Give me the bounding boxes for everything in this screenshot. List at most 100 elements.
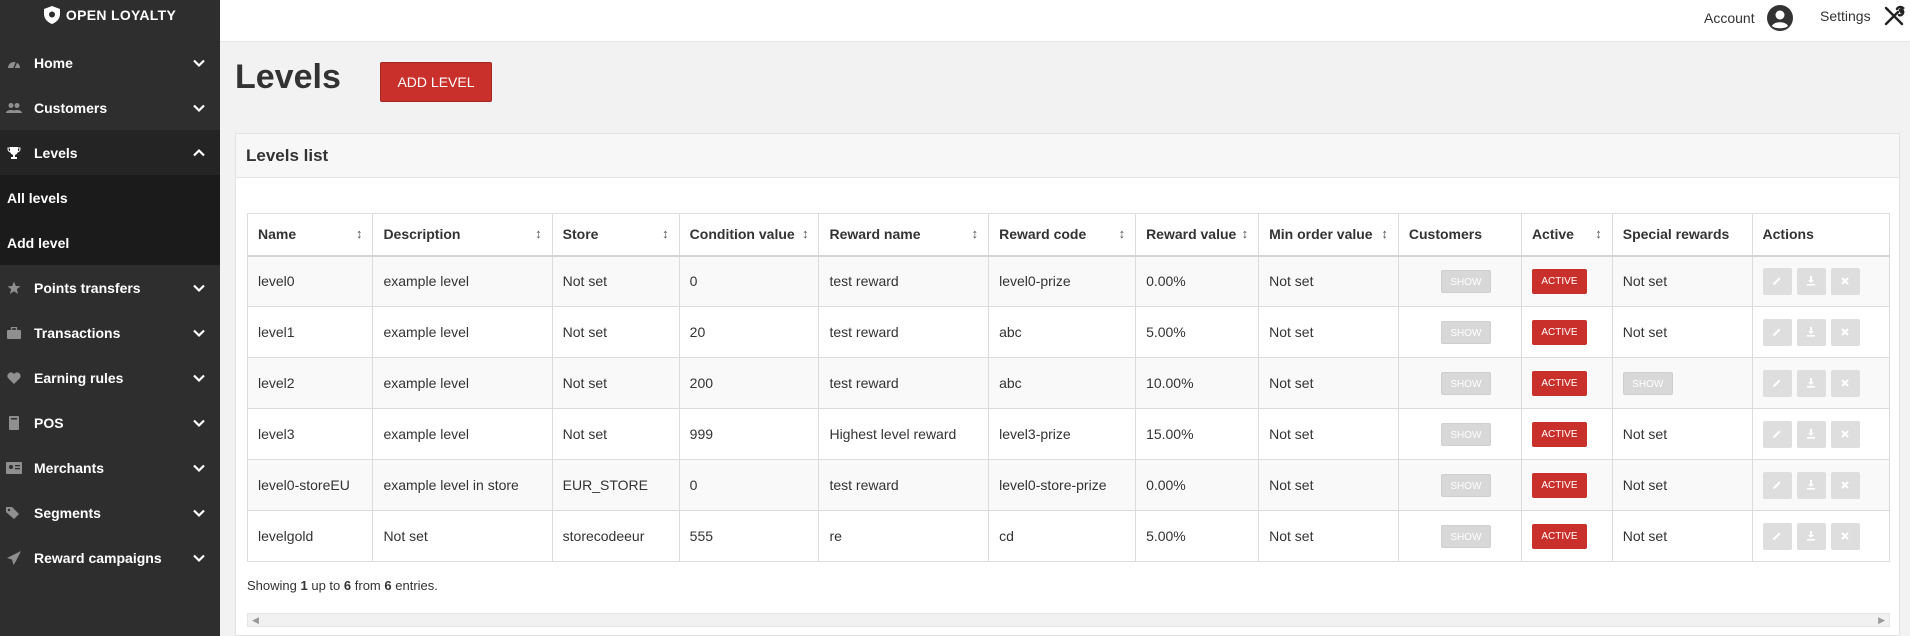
cell-min-order-value: Not set (1258, 357, 1399, 409)
edit-button[interactable] (1762, 420, 1792, 448)
cell-name: level1 (246, 306, 374, 358)
active-status-button[interactable]: ACTIVE (1531, 472, 1587, 498)
sidebar-item-merchants[interactable]: Merchants (0, 445, 220, 490)
download-button[interactable] (1796, 471, 1826, 499)
sidebar-item-home[interactable]: Home (0, 40, 220, 85)
edit-button[interactable] (1762, 318, 1792, 346)
column-header-condition-value[interactable]: Condition value ↕ (678, 213, 820, 257)
column-header-store[interactable]: Store ↕ (551, 213, 680, 257)
column-header-description[interactable]: Description ↕ (372, 213, 553, 257)
pencil-icon (1773, 328, 1781, 336)
column-header-reward-value[interactable]: Reward value ↕ (1135, 213, 1260, 257)
sidebar-item-pos[interactable]: POS (0, 400, 220, 445)
download-button[interactable] (1796, 420, 1826, 448)
sidebar-item-customers[interactable]: Customers (0, 85, 220, 130)
column-header-label: Reward code (999, 226, 1087, 243)
column-header-actions: Actions (1751, 213, 1891, 257)
sidebar-subitem-add-level[interactable]: Add level (0, 220, 220, 265)
sort-icon[interactable]: ↕ (1119, 226, 1126, 241)
active-status-button[interactable]: ACTIVE (1531, 523, 1587, 549)
sidebar-item-levels[interactable]: Levels (0, 130, 220, 175)
pencil-icon (1773, 430, 1781, 438)
column-header-active[interactable]: Active ↕ (1520, 213, 1613, 257)
sort-icon[interactable]: ↕ (1595, 226, 1602, 241)
show-customers-button[interactable]: SHOW (1440, 524, 1491, 548)
cell-special-rewards: SHOW (1611, 357, 1753, 409)
edit-button[interactable] (1762, 522, 1792, 550)
delete-button[interactable] (1830, 522, 1860, 550)
active-status-button[interactable]: ACTIVE (1531, 268, 1587, 294)
horizontal-scrollbar[interactable]: ◀ ▶ (247, 613, 1890, 627)
column-header-reward-code[interactable]: Reward code ↕ (988, 213, 1137, 257)
column-header-name[interactable]: Name ↕ (246, 213, 374, 257)
cell-special-rewards: Not set (1611, 408, 1753, 460)
cell-description: example level (372, 408, 553, 460)
column-header-label: Store (562, 226, 599, 243)
sort-icon[interactable]: ↕ (1381, 226, 1388, 241)
cell-min-order-value: Not set (1258, 306, 1399, 358)
sort-icon[interactable]: ↕ (535, 226, 542, 241)
active-status-button[interactable]: ACTIVE (1531, 421, 1587, 447)
sidebar: OPEN LOYALTY Home Customers Levels All leve… (0, 0, 220, 636)
edit-button[interactable] (1762, 267, 1792, 295)
sidebar-item-points-transfers[interactable]: Points transfers (0, 265, 220, 310)
sort-icon[interactable]: ↕ (1242, 226, 1249, 241)
download-icon (1807, 327, 1816, 337)
sidebar-item-label: Reward campaigns (34, 549, 162, 566)
cell-reward-value: 10.00% (1135, 357, 1260, 409)
sort-icon[interactable]: ↕ (662, 226, 669, 241)
download-button[interactable] (1796, 318, 1826, 346)
delete-button[interactable] (1830, 267, 1860, 295)
sidebar-item-earning-rules[interactable]: Earning rules (0, 355, 220, 400)
column-header-min-order-value[interactable]: Min order value ↕ (1258, 213, 1399, 257)
account-menu[interactable]: Account (1704, 5, 1793, 31)
brand-logo[interactable]: OPEN LOYALTY (0, 0, 220, 30)
add-level-button[interactable]: ADD LEVEL (380, 62, 492, 102)
cell-name: level2 (246, 357, 374, 409)
sort-icon[interactable]: ↕ (972, 226, 979, 241)
show-special-rewards-button[interactable]: SHOW (1622, 371, 1673, 395)
show-customers-button[interactable]: SHOW (1440, 473, 1491, 497)
pencil-icon (1773, 481, 1781, 489)
delete-button[interactable] (1830, 471, 1860, 499)
cell-description: example level in store (372, 459, 553, 511)
delete-button[interactable] (1830, 318, 1860, 346)
delete-button[interactable] (1830, 420, 1860, 448)
active-status-button[interactable]: ACTIVE (1531, 370, 1587, 396)
cell-min-order-value: Not set (1258, 459, 1399, 511)
show-customers-button[interactable]: SHOW (1440, 320, 1491, 344)
sidebar-item-reward-campaigns[interactable]: Reward campaigns (0, 535, 220, 580)
download-button[interactable] (1796, 369, 1826, 397)
book-icon (6, 415, 22, 430)
cell-reward-name: test reward (818, 357, 990, 409)
scroll-right-icon[interactable]: ▶ (1878, 615, 1885, 626)
sidebar-item-transactions[interactable]: Transactions (0, 310, 220, 355)
sort-icon[interactable]: ↕ (356, 226, 363, 241)
active-status-button[interactable]: ACTIVE (1531, 319, 1587, 345)
edit-button[interactable] (1762, 471, 1792, 499)
sort-icon[interactable]: ↕ (802, 226, 809, 241)
sidebar-subitem-all-levels[interactable]: All levels (0, 175, 220, 220)
brand-name: OPEN LOYALTY (65, 7, 177, 23)
levels-list-panel: Levels list Name ↕ Description ↕ Store ↕ Condi… (235, 133, 1900, 636)
column-header-reward-name[interactable]: Reward name ↕ (818, 213, 990, 257)
close-icon (1841, 379, 1849, 387)
sidebar-nav: Home Customers Levels All levels Add level Po… (0, 40, 220, 580)
cell-special-rewards: Not set (1611, 255, 1753, 307)
show-customers-button[interactable]: SHOW (1440, 422, 1491, 446)
edit-button[interactable] (1762, 369, 1792, 397)
sidebar-item-segments[interactable]: Segments (0, 490, 220, 535)
show-customers-button[interactable]: SHOW (1440, 371, 1491, 395)
cell-actions (1751, 306, 1891, 358)
scroll-left-icon[interactable]: ◀ (252, 615, 259, 626)
column-header-label: Active (1531, 226, 1574, 243)
download-button[interactable] (1796, 522, 1826, 550)
pagination-from: 1 (300, 578, 308, 593)
cell-active: ACTIVE (1520, 459, 1613, 511)
table-body: level0 example level Not set 0 test reward le… (246, 255, 1891, 562)
delete-button[interactable] (1830, 369, 1860, 397)
settings-menu[interactable]: Settings (1820, 5, 1905, 27)
download-button[interactable] (1796, 267, 1826, 295)
show-customers-button[interactable]: SHOW (1440, 269, 1491, 293)
cell-description: example level (372, 357, 553, 409)
